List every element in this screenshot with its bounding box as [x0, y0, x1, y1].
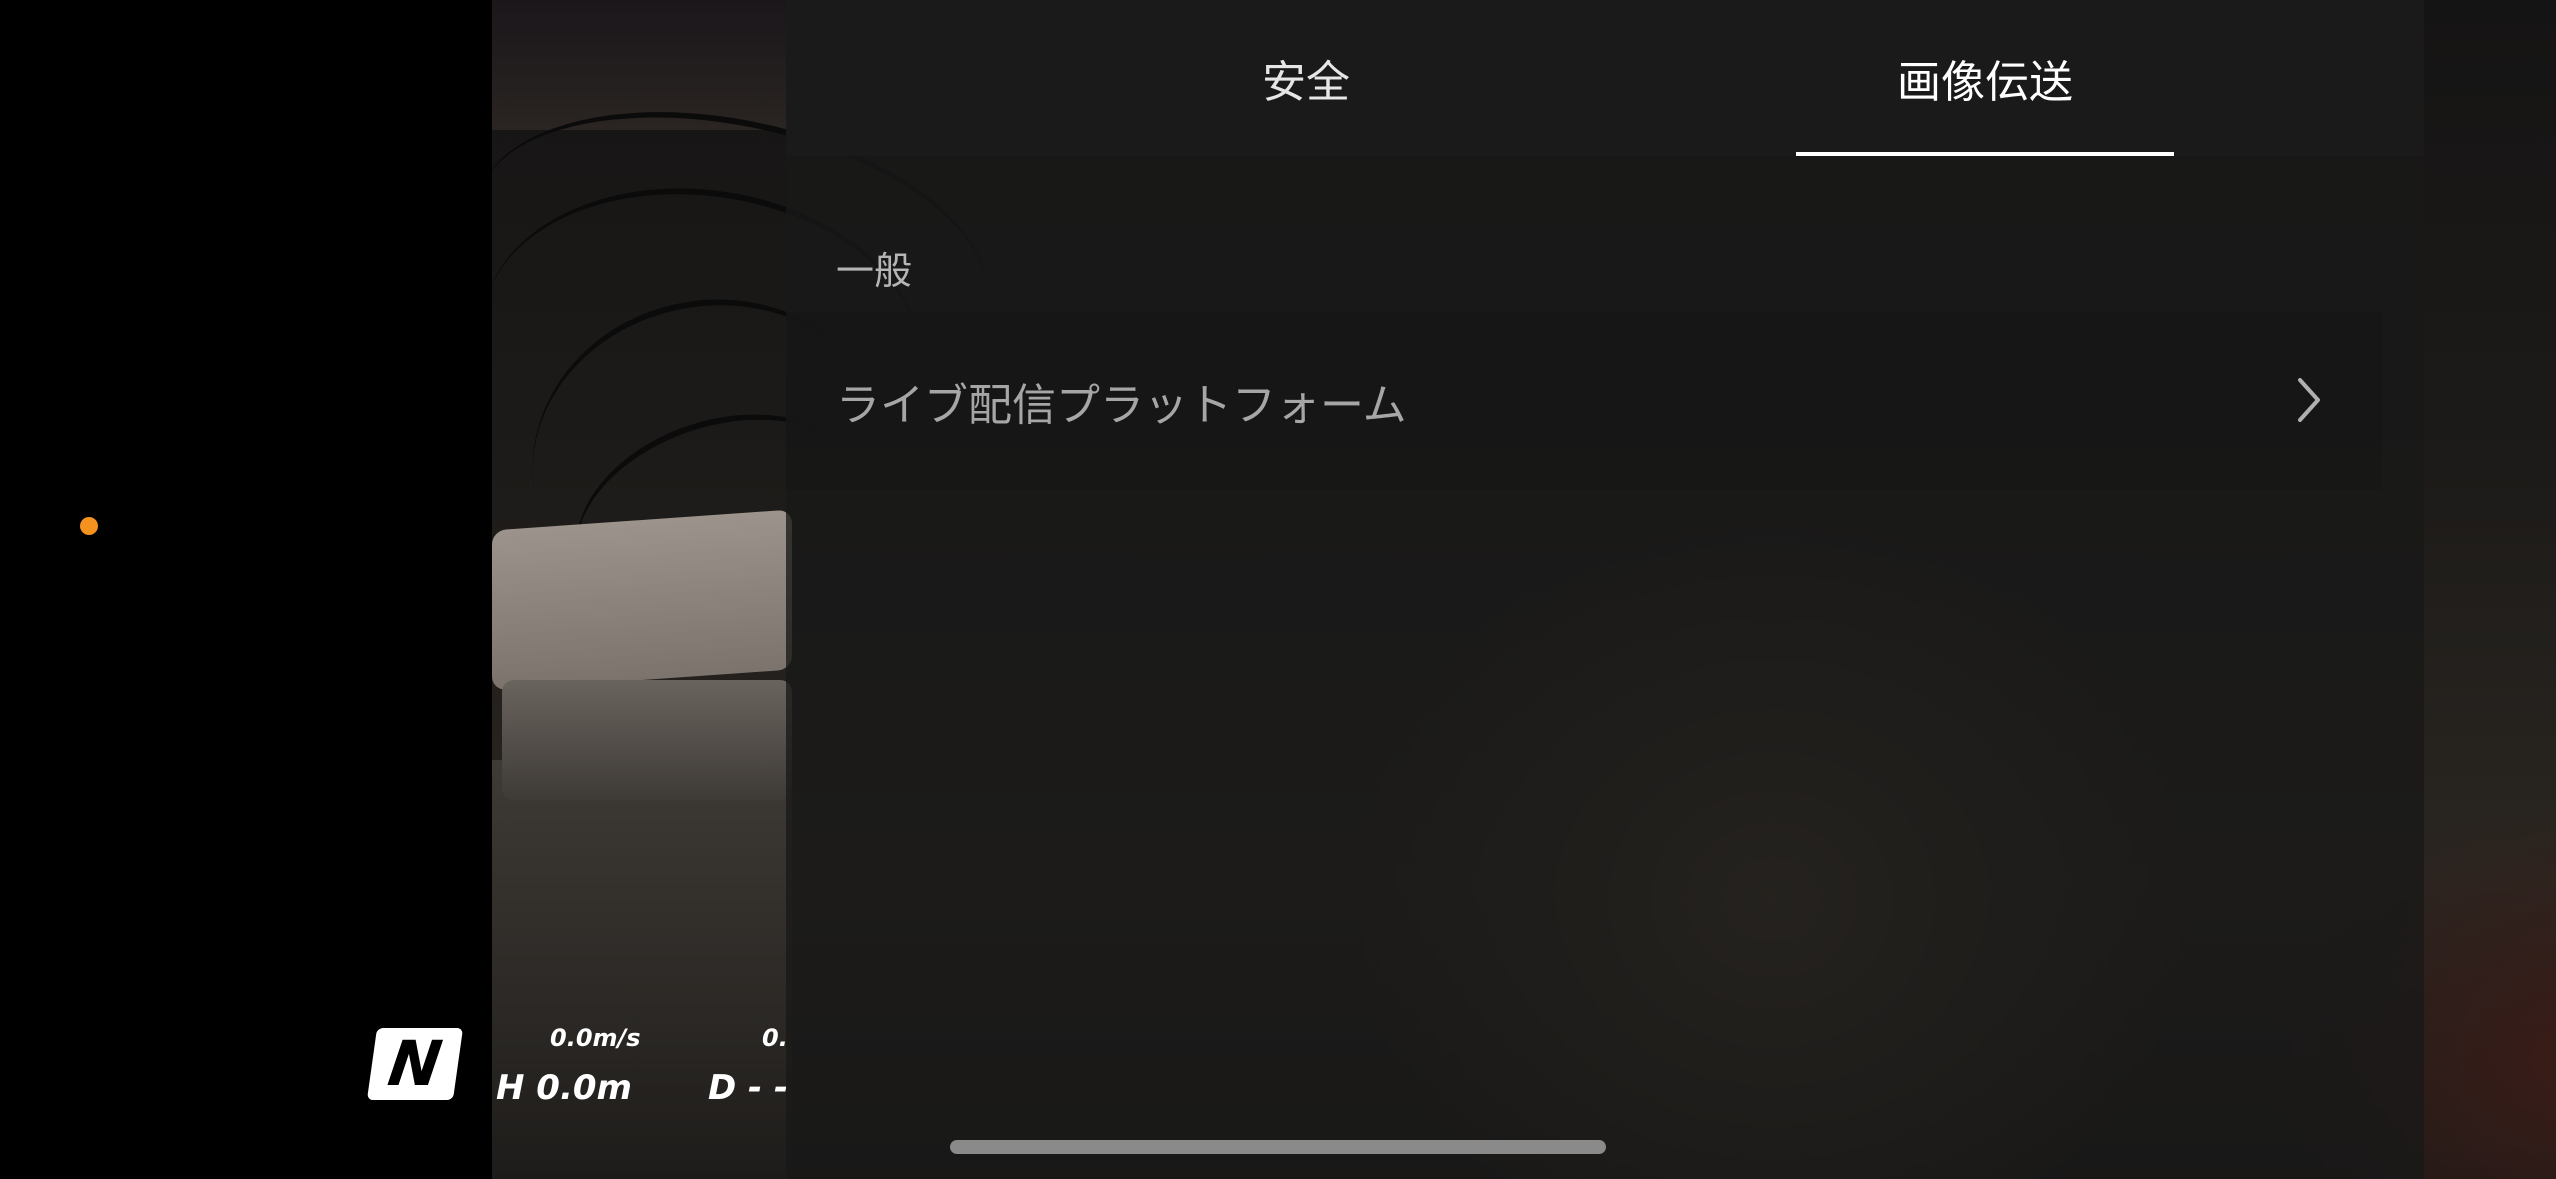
vertical-speed-readout: 0.0m/s [550, 1024, 641, 1052]
tab-safety-label: 安全 [1262, 57, 1350, 108]
active-tab-indicator [1796, 152, 2174, 156]
horizontal-speed-readout: 0. [762, 1024, 788, 1052]
status-indicator-dot [80, 517, 98, 535]
camera-scene-top [492, 0, 792, 130]
live-streaming-platform-label: ライブ配信プラットフォーム [836, 380, 1407, 431]
tab-video-transmission[interactable]: 画像伝送 [1786, 0, 2184, 156]
height-readout: H 0.0m [496, 1068, 632, 1108]
distance-readout: D - - [708, 1068, 789, 1108]
settings-panel: 安全 画像伝送 一般 ライブ配信プラットフォーム [786, 0, 2424, 1179]
flight-mode-label: N [383, 1027, 447, 1100]
tab-video-transmission-label: 画像伝送 [1897, 57, 2073, 108]
home-indicator[interactable] [950, 1140, 1606, 1154]
section-header-general: 一般 [836, 249, 913, 293]
app-screen: N 0.0m/s 0. H 0.0m D - - 安全 画像伝送 一般 ライブ配… [0, 0, 2556, 1179]
tab-safety[interactable]: 安全 [1106, 0, 1506, 156]
camera-scene-object [492, 509, 792, 691]
flight-mode-badge: N [366, 1027, 464, 1100]
settings-tab-bar: 安全 画像伝送 [786, 0, 2424, 156]
camera-scene-object [502, 680, 792, 800]
live-streaming-platform-row[interactable]: ライブ配信プラットフォーム [786, 312, 2382, 490]
camera-scene-floor [492, 760, 792, 1179]
chevron-right-icon [2298, 378, 2320, 422]
